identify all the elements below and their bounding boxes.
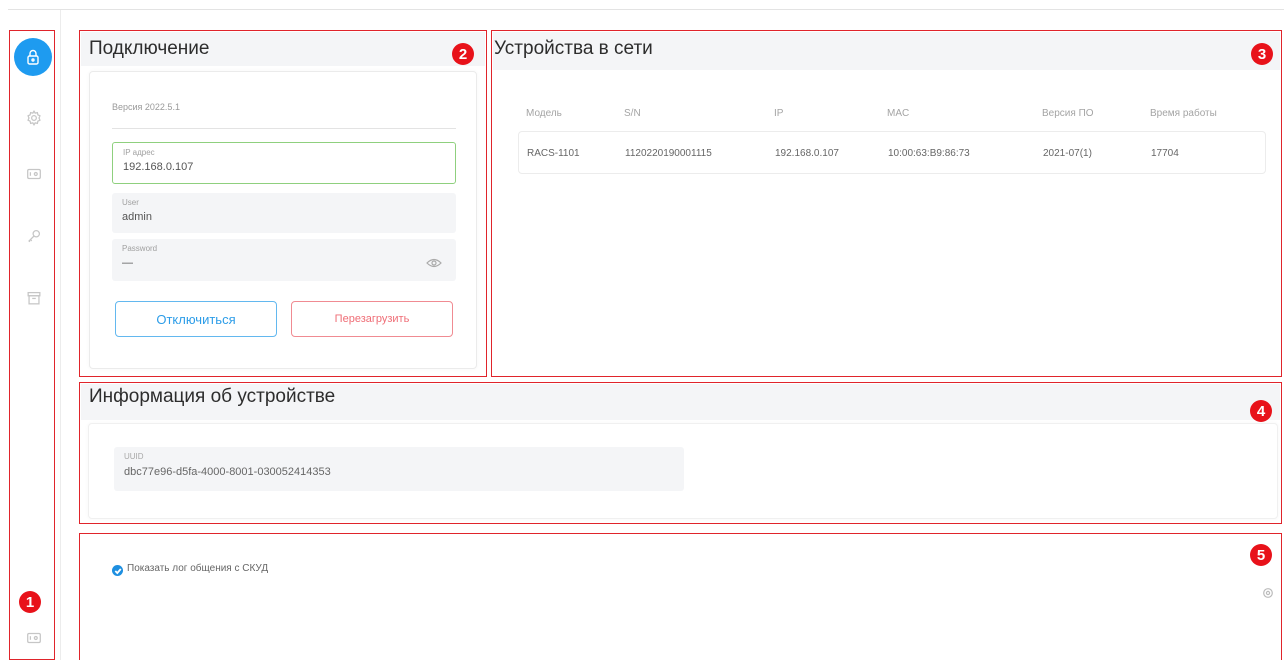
connection-card: Версия 2022.5.1 IP адрес 192.168.0.107 U…	[89, 71, 477, 369]
column-header-mac: MAC	[887, 108, 910, 119]
column-header-ip: IP	[774, 108, 784, 119]
sidebar-item-keys[interactable]	[19, 221, 49, 251]
user-label: User	[122, 198, 139, 207]
sidebar-item-archive[interactable]	[19, 283, 49, 313]
log-panel: 5 Показать лог общения с СКУД	[79, 533, 1282, 660]
cell-model: RACS-1101	[527, 148, 580, 159]
ip-address-field[interactable]: IP адрес 192.168.0.107	[112, 142, 456, 184]
cell-uptime: 17704	[1151, 148, 1179, 159]
settings-icon[interactable]	[1262, 586, 1274, 598]
key-icon	[28, 229, 41, 243]
ip-address-label: IP адрес	[123, 148, 155, 157]
devices-title: Устройства в сети	[494, 38, 653, 59]
sidebar-item-lock[interactable]	[14, 38, 52, 76]
divider	[112, 128, 456, 129]
annotation-badge-2: 2	[452, 43, 474, 65]
cell-mac: 10:00:63:B9:86:73	[888, 148, 970, 159]
disconnect-button[interactable]: Отключиться	[115, 301, 277, 337]
column-header-model: Модель	[526, 108, 562, 119]
devices-table: Модель S/N IP MAC Версия ПО Время работы…	[494, 71, 1279, 374]
cell-ip: 192.168.0.107	[775, 148, 839, 159]
uuid-label: UUID	[124, 452, 144, 461]
connection-panel: Подключение 2 Версия 2022.5.1 IP адрес 1…	[79, 30, 487, 377]
archive-icon	[27, 291, 41, 305]
sidebar-divider	[60, 10, 61, 660]
version-text: Версия 2022.5.1	[112, 102, 180, 112]
device-info-panel: Информация об устройстве 4 UUID dbc77e96…	[79, 382, 1282, 524]
annotation-badge-1: 1	[19, 591, 41, 613]
lock-icon	[27, 49, 39, 65]
cell-firmware: 2021-07(1)	[1043, 148, 1092, 159]
show-log-label[interactable]: Показать лог общения с СКУД	[127, 563, 268, 574]
show-log-checkbox[interactable]	[112, 565, 123, 576]
sidebar-item-controller[interactable]	[19, 159, 49, 189]
table-row[interactable]: RACS-1101 1120220190001115 192.168.0.107…	[518, 131, 1266, 174]
ip-address-value: 192.168.0.107	[123, 161, 194, 173]
password-field[interactable]: Password —	[112, 239, 456, 281]
user-value: admin	[122, 211, 152, 223]
restart-button[interactable]: Перезагрузить	[291, 301, 453, 337]
devices-panel: Устройства в сети 3 Модель S/N IP MAC Ве…	[491, 30, 1282, 377]
uuid-value: dbc77e96-d5fa-4000-8001-030052414353	[124, 466, 331, 478]
annotation-badge-4: 4	[1250, 400, 1272, 422]
user-field[interactable]: User admin	[112, 193, 456, 233]
column-header-firmware: Версия ПО	[1042, 108, 1094, 119]
column-header-sn: S/N	[624, 108, 641, 119]
connection-title: Подключение	[89, 38, 210, 59]
password-value: —	[122, 257, 133, 269]
annotation-badge-3: 3	[1251, 43, 1273, 65]
sidebar-item-bottom-controller[interactable]	[19, 623, 49, 653]
password-label: Password	[122, 244, 158, 253]
device-info-card: UUID dbc77e96-d5fa-4000-8001-03005241435…	[88, 423, 1278, 519]
top-bar	[8, 0, 1284, 10]
uuid-field: UUID dbc77e96-d5fa-4000-8001-03005241435…	[114, 447, 684, 491]
eye-icon[interactable]	[426, 256, 442, 268]
app-window: 1 Подключение 2 Версия 2022.5.1 IP адрес…	[0, 0, 1284, 660]
device-info-title: Информация об устройстве	[89, 386, 336, 407]
annotation-badge-5: 5	[1250, 544, 1272, 566]
card-reader-icon	[27, 168, 41, 180]
gear-icon	[27, 110, 41, 126]
sidebar: 1	[9, 30, 55, 660]
sidebar-item-settings[interactable]	[19, 103, 49, 133]
card-reader-icon	[27, 632, 41, 644]
cell-sn: 1120220190001115	[625, 148, 712, 159]
column-header-uptime: Время работы	[1150, 108, 1217, 119]
